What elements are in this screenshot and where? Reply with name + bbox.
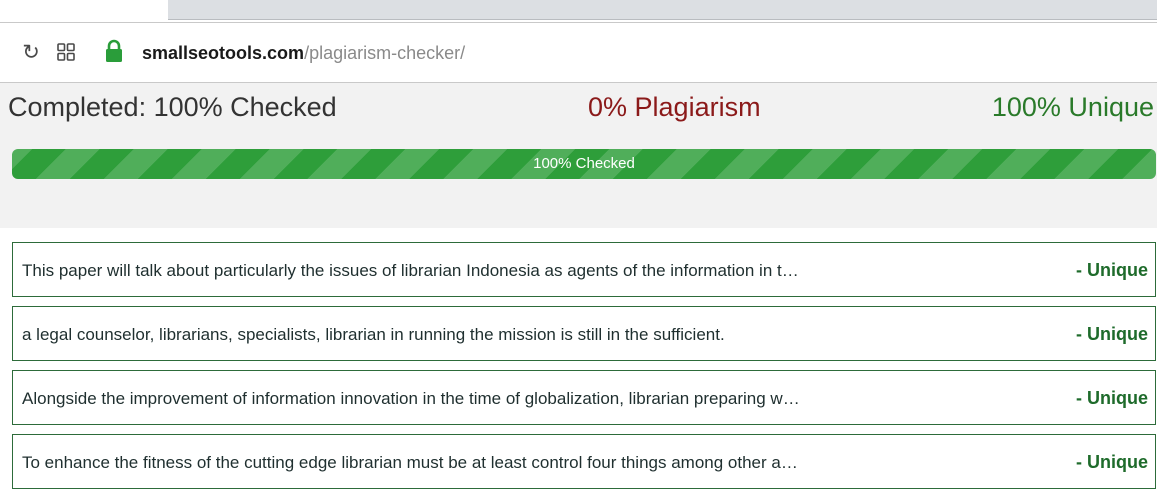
- progress-bar: 100% Checked: [12, 149, 1156, 179]
- sentence-text: a legal counselor, librarians, specialis…: [22, 325, 725, 344]
- sentence-text: To enhance the fitness of the cutting ed…: [22, 453, 798, 472]
- progress-label: 100% Checked: [533, 155, 635, 172]
- unique-status: - Unique: [1076, 388, 1148, 408]
- lock-icon: [106, 39, 122, 62]
- unique-status: - Unique: [1076, 260, 1148, 280]
- address-bar[interactable]: smallseotools.com/plagiarism-checker/: [142, 42, 465, 64]
- apps-icon[interactable]: [57, 43, 75, 61]
- result-row: To enhance the fitness of the cutting ed…: [12, 434, 1156, 489]
- result-row: a legal counselor, librarians, specialis…: [12, 306, 1156, 361]
- unique-status: - Unique: [1076, 452, 1148, 472]
- browser-toolbar: ↻ smallseotools.com/plagiarism-checker/: [0, 22, 1157, 83]
- sentence-text: This paper will talk about particularly …: [22, 261, 799, 280]
- unique-percentage: 100% Unique: [991, 92, 1154, 122]
- result-row: This paper will talk about particularly …: [12, 242, 1156, 297]
- tab-strip: [0, 0, 1157, 22]
- tab-bar: [168, 0, 1157, 20]
- reload-icon[interactable]: ↻: [20, 42, 42, 64]
- sentence-text: Alongside the improvement of information…: [22, 389, 800, 408]
- url-domain: smallseotools.com: [142, 43, 305, 63]
- unique-status: - Unique: [1076, 324, 1148, 344]
- result-row: Alongside the improvement of information…: [12, 370, 1156, 425]
- completed-status: Completed: 100% Checked: [8, 92, 337, 122]
- url-path: /plagiarism-checker/: [304, 43, 466, 63]
- results-summary: Completed: 100% Checked 0% Plagiarism 10…: [0, 83, 1157, 228]
- plagiarism-percentage: 0% Plagiarism: [588, 92, 761, 122]
